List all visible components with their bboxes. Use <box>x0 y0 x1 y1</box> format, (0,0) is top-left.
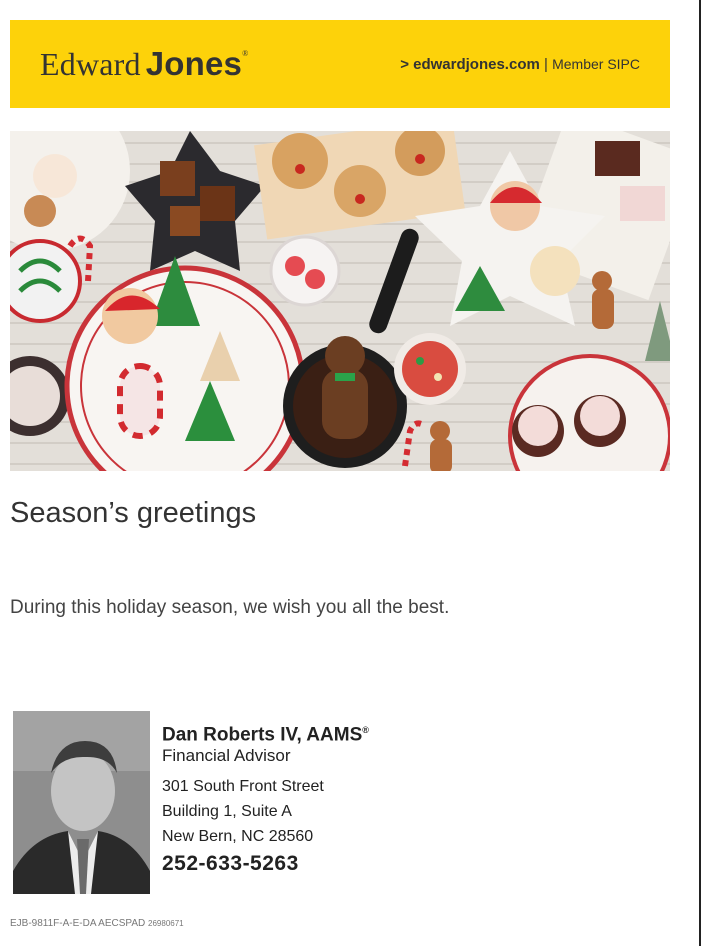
address-line-3: New Bern, NC 28560 <box>162 828 314 846</box>
aams-registered-mark: ® <box>362 725 369 735</box>
advisor-photo <box>13 711 150 894</box>
footer-code-text: EJB-9811F-A-E-DA AECSPAD <box>10 918 146 929</box>
address-line-2: Building 1, Suite A <box>162 803 292 821</box>
logo-text-edward: Edward <box>40 46 141 82</box>
advisor-address: 301 South Front Street Building 1, Suite… <box>162 774 369 849</box>
address-line-1: 301 South Front Street <box>162 778 324 796</box>
advisor-phone-link[interactable]: 252-633-5263 <box>162 852 369 876</box>
member-sipc-text: Member SIPC <box>552 55 640 72</box>
page-title: Season’s greetings <box>10 497 257 529</box>
edward-jones-logo[interactable]: Edward Jones® <box>40 45 248 83</box>
header-separator: | <box>544 55 548 73</box>
logo-text-jones: Jones <box>145 45 243 82</box>
advisor-info: Dan Roberts IV, AAMS® Financial Advisor … <box>162 719 369 876</box>
advisor-title: Financial Advisor <box>162 746 291 766</box>
page-divider <box>699 0 701 946</box>
footer-code-number: 26980671 <box>148 919 184 928</box>
website-link[interactable]: > edwardjones.com <box>400 56 540 73</box>
greeting-message: During this holiday season, we wish you … <box>10 597 450 618</box>
advisor-name-text: Dan Roberts IV, AAMS <box>162 724 363 746</box>
footer-code: EJB-9811F-A-E-DA AECSPAD 26980671 <box>10 918 184 929</box>
registered-mark: ® <box>242 49 249 58</box>
header-links: > edwardjones.com | Member SIPC <box>400 56 640 73</box>
holiday-cookies-image <box>10 131 670 471</box>
email-header: Edward Jones® > edwardjones.com | Member … <box>10 20 670 108</box>
advisor-name: Dan Roberts IV, AAMS® <box>162 719 369 746</box>
